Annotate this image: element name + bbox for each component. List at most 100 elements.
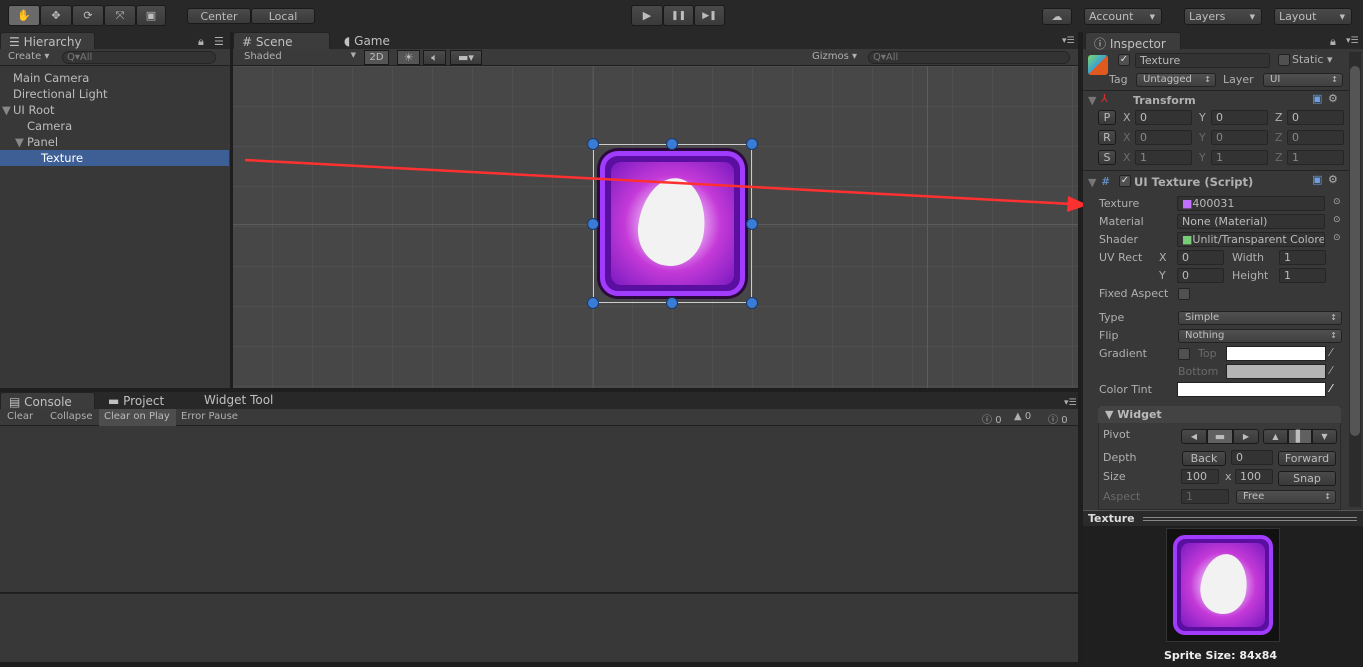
uv-x-field[interactable]: 0 [1177, 250, 1224, 265]
help-icon[interactable]: ▣ [1312, 173, 1322, 186]
uitexture-title[interactable]: UI Texture (Script) [1134, 175, 1253, 189]
tag-dropdown[interactable]: Untagged [1136, 73, 1216, 87]
error-count-toggle[interactable]: ⓘ 0 [1048, 411, 1068, 426]
transform-reset-s-button[interactable]: S [1098, 150, 1116, 165]
console-detail-area[interactable] [0, 593, 1078, 662]
foldout-arrow-icon[interactable]: ▼ [1088, 94, 1096, 107]
transform-s-y-field[interactable]: 1 [1211, 150, 1268, 165]
preview-header[interactable]: Texture [1083, 510, 1363, 526]
clear-button[interactable]: Clear [7, 411, 33, 422]
error-icon: ⓘ [1048, 415, 1058, 426]
transform-s-x-field[interactable]: 1 [1135, 150, 1192, 165]
tab-widget-tool[interactable]: Widget Tool [196, 391, 281, 409]
eyedropper-icon[interactable]: ⁄ [1330, 346, 1332, 359]
gameobject-cube-icon [1088, 55, 1108, 75]
shader-field[interactable]: ■Unlit/Transparent Colored [1177, 232, 1325, 247]
object-picker-icon[interactable]: ⊙ [1333, 233, 1341, 243]
log-count-toggle[interactable]: ⓘ 0 [982, 411, 1002, 426]
tab-console[interactable]: ▤ Console [0, 392, 95, 410]
eyedropper-icon[interactable]: ⁄ [1330, 382, 1332, 395]
fixed-aspect-checkbox[interactable] [1178, 288, 1190, 300]
texture-thumb-icon: ■ [1182, 197, 1193, 210]
size-x-label: x [1225, 470, 1232, 483]
forward-button[interactable]: Forward [1278, 451, 1336, 466]
layer-dropdown[interactable]: UI [1263, 73, 1343, 87]
clear-on-play-toggle[interactable]: Clear on Play [99, 409, 176, 426]
axis-y-label: Y [1199, 151, 1206, 164]
uv-width-field[interactable]: 1 [1279, 250, 1326, 265]
flip-label: Flip [1099, 329, 1119, 342]
widget-header[interactable]: ▼ Widget [1098, 406, 1341, 423]
axis-x-label: X [1123, 151, 1131, 164]
object-picker-icon[interactable]: ⊙ [1333, 197, 1341, 207]
tab-project[interactable]: ▬ Project [100, 392, 172, 410]
gradient-bottom-label: Bottom [1178, 365, 1219, 378]
object-picker-icon[interactable]: ⊙ [1333, 215, 1341, 225]
transform-reset-r-button[interactable]: R [1098, 130, 1116, 145]
panel-menu-icon[interactable]: ▾☰ [1346, 36, 1359, 46]
warning-count-toggle[interactable]: ▲ 0 [1014, 411, 1031, 422]
pivot-label: Pivot [1103, 428, 1131, 441]
pivot-center-h-button[interactable]: ▬ [1207, 429, 1233, 444]
shader-icon: ■ [1182, 233, 1193, 246]
pivot-bottom-button[interactable]: ▼ [1312, 429, 1337, 444]
console-log-area[interactable] [0, 426, 1078, 592]
gradient-checkbox[interactable] [1178, 348, 1190, 360]
transform-s-z-field[interactable]: 1 [1287, 150, 1344, 165]
back-button[interactable]: Back [1182, 451, 1226, 466]
axis-z-label: Z [1275, 111, 1283, 124]
axis-y-label: Y [1199, 131, 1206, 144]
lock-icon[interactable]: 🔒︎ [1330, 35, 1336, 49]
active-checkbox[interactable]: ✓ [1118, 54, 1130, 66]
static-checkbox[interactable] [1278, 54, 1290, 66]
type-label: Type [1099, 311, 1125, 324]
axis-z-label: Z [1275, 151, 1283, 164]
snap-button[interactable]: Snap [1278, 471, 1336, 486]
size-height-field[interactable]: 100 [1235, 469, 1273, 484]
color-tint-field[interactable] [1177, 382, 1326, 397]
gear-icon[interactable]: ⚙ [1328, 173, 1338, 186]
gear-icon[interactable]: ⚙ [1328, 92, 1338, 105]
collapse-button[interactable]: Collapse [50, 411, 93, 422]
panel-menu-icon[interactable]: ▾☰ [1064, 398, 1077, 408]
name-field[interactable]: Texture [1135, 53, 1270, 68]
axis-z-label: Z [1275, 131, 1283, 144]
pivot-top-button[interactable]: ▲ [1263, 429, 1288, 444]
eyedropper-icon[interactable]: ⁄ [1330, 364, 1332, 377]
component-enabled-checkbox[interactable]: ✓ [1119, 175, 1131, 187]
type-dropdown[interactable]: Simple [1178, 311, 1342, 325]
transform-reset-p-button[interactable]: P [1098, 110, 1116, 125]
material-field[interactable]: None (Material) [1177, 214, 1325, 229]
pivot-left-button[interactable]: ◀ [1181, 429, 1207, 444]
static-label[interactable]: Static ▾ [1292, 53, 1332, 66]
transform-title[interactable]: Transform [1133, 94, 1196, 107]
transform-r-y-field[interactable]: 0 [1211, 130, 1268, 145]
transform-p-z-field[interactable]: 0 [1287, 110, 1344, 125]
help-icon[interactable]: ▣ [1312, 92, 1322, 105]
shader-label: Shader [1099, 233, 1138, 246]
texture-preview-image [1166, 528, 1280, 642]
pivot-center-v-button[interactable]: ▌ [1288, 429, 1312, 444]
foldout-arrow-icon: ▼ [1105, 408, 1118, 421]
uv-height-field[interactable]: 1 [1279, 268, 1326, 283]
aspect-mode-dropdown[interactable]: Free [1236, 490, 1336, 504]
size-label: Size [1103, 470, 1126, 483]
fixed-aspect-label: Fixed Aspect [1099, 287, 1169, 300]
inspector-scrollbar[interactable] [1349, 52, 1361, 507]
folder-icon: ▬ [108, 394, 124, 408]
transform-r-x-field[interactable]: 0 [1135, 130, 1192, 145]
transform-p-x-field[interactable]: 0 [1135, 110, 1192, 125]
error-pause-button[interactable]: Error Pause [181, 411, 238, 422]
flip-dropdown[interactable]: Nothing [1178, 329, 1342, 343]
size-width-field[interactable]: 100 [1181, 469, 1219, 484]
transform-p-y-field[interactable]: 0 [1211, 110, 1268, 125]
foldout-arrow-icon[interactable]: ▼ [1088, 176, 1096, 189]
gradient-bottom-color[interactable] [1226, 364, 1326, 379]
texture-field[interactable]: ■400031 [1177, 196, 1325, 211]
uv-y-field[interactable]: 0 [1177, 268, 1224, 283]
pivot-right-button[interactable]: ▶ [1233, 429, 1259, 444]
transform-r-z-field[interactable]: 0 [1287, 130, 1344, 145]
gradient-top-color[interactable] [1226, 346, 1326, 361]
depth-field[interactable]: 0 [1231, 450, 1273, 465]
tab-inspector[interactable]: ⓘ Inspector [1085, 32, 1181, 51]
